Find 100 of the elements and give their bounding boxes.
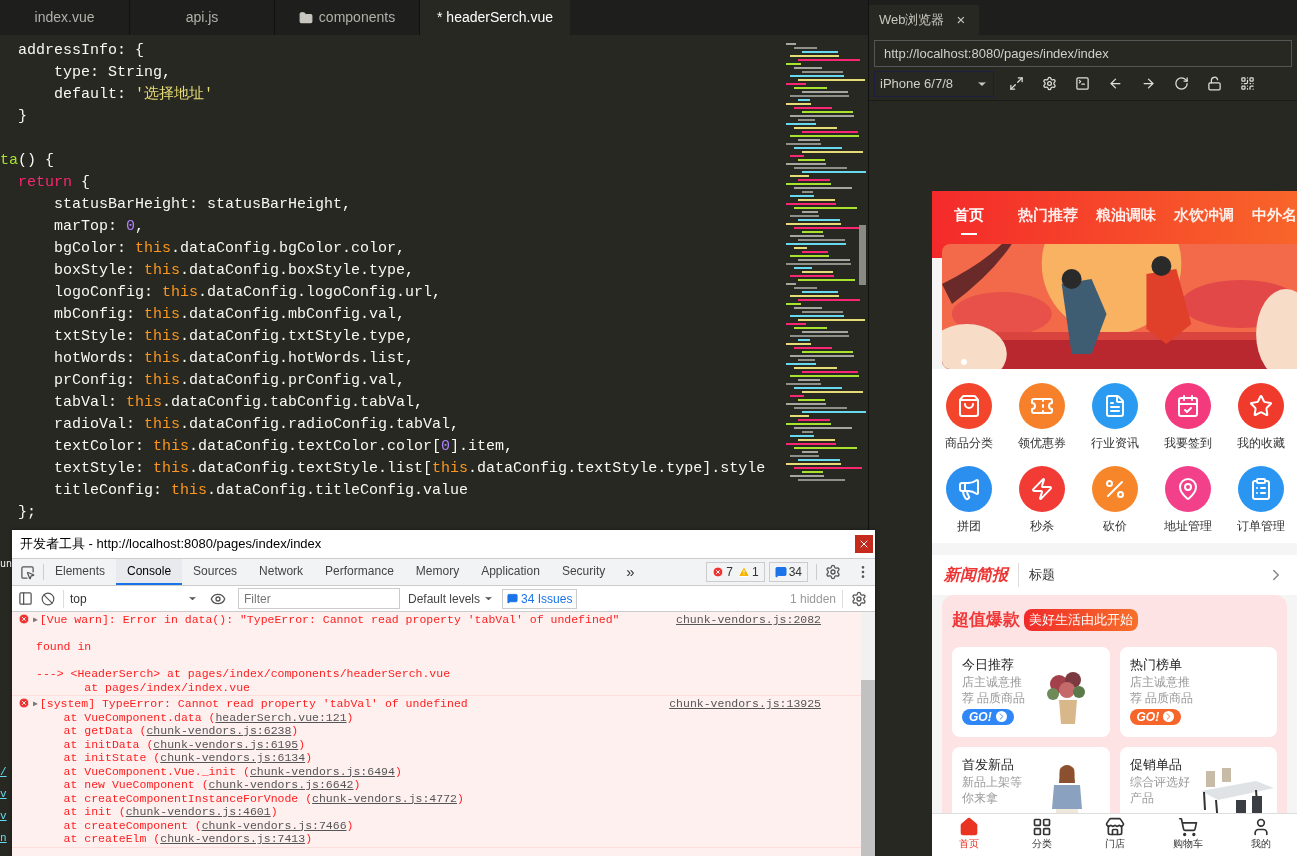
code-token: ta bbox=[0, 151, 18, 171]
url-field[interactable]: http://localhost:8080/pages/index/index bbox=[874, 40, 1292, 67]
close-button[interactable] bbox=[855, 535, 873, 553]
tabbar-item[interactable]: 分类 bbox=[1005, 814, 1078, 856]
stack-link[interactable]: chunk-vendors.js:6134 bbox=[160, 751, 306, 765]
browser-tab[interactable]: Web浏览器 × bbox=[869, 5, 979, 35]
editor-tab[interactable]: api.js bbox=[130, 0, 275, 35]
qr-code-icon[interactable] bbox=[1240, 76, 1255, 91]
scrollbar[interactable] bbox=[861, 680, 875, 856]
news-headline[interactable]: 标题 bbox=[1029, 565, 1267, 585]
source-link[interactable]: chunk-vendors.js:13925 bbox=[669, 697, 821, 711]
back-icon[interactable] bbox=[1108, 76, 1123, 91]
forward-icon[interactable] bbox=[1141, 76, 1156, 91]
inspect-icon[interactable] bbox=[20, 564, 35, 580]
lightning-icon[interactable] bbox=[1018, 466, 1065, 512]
refresh-icon[interactable] bbox=[1174, 76, 1189, 91]
map-pin-icon[interactable] bbox=[1164, 466, 1211, 512]
calendar-icon[interactable] bbox=[1164, 383, 1211, 429]
bag-icon[interactable] bbox=[945, 383, 992, 429]
code-link-fragment: n bbox=[0, 831, 7, 845]
scrollbar[interactable] bbox=[859, 225, 866, 285]
issues-button[interactable]: 34 Issues bbox=[502, 588, 578, 609]
code-token: tabVal: bbox=[53, 393, 119, 413]
product-card[interactable]: 促销单品 综合评选好产品 bbox=[1119, 746, 1277, 813]
editor-tab[interactable]: * headerSerch.vue bbox=[420, 0, 570, 35]
tabbar-item[interactable]: 购物车 bbox=[1151, 814, 1224, 856]
count-text: 7 bbox=[726, 564, 733, 581]
settings-icon[interactable] bbox=[851, 590, 867, 607]
levels-dropdown[interactable]: Default levels bbox=[408, 589, 495, 608]
go-button[interactable]: GO! bbox=[962, 708, 1014, 725]
context-select[interactable]: top bbox=[63, 589, 198, 608]
category-tab[interactable]: 首页 bbox=[954, 204, 984, 235]
devtools-tab[interactable]: Performance bbox=[314, 559, 405, 585]
devtools-tab[interactable]: Memory bbox=[404, 559, 471, 585]
ticket-icon[interactable] bbox=[1018, 383, 1065, 429]
stack-text: at initData ( bbox=[62, 737, 154, 751]
shortcut-label[interactable]: 我的收藏 bbox=[1236, 434, 1285, 452]
card-title: 促销单品 bbox=[1129, 755, 1183, 774]
editor-tab[interactable]: index.vue bbox=[0, 0, 130, 35]
stack-text: ) bbox=[346, 710, 354, 724]
terminal-icon[interactable] bbox=[1075, 76, 1090, 91]
chevron-right-icon bbox=[1163, 711, 1175, 722]
stack-link[interactable]: chunk-vendors.js:7466 bbox=[201, 818, 347, 832]
tabbar-item[interactable]: 首页 bbox=[932, 814, 1005, 856]
clear-icon[interactable] bbox=[41, 591, 55, 606]
megaphone-icon[interactable] bbox=[945, 466, 992, 512]
devtools-tab[interactable]: Security bbox=[550, 559, 617, 585]
stack-link[interactable]: chunk-vendors.js:4772 bbox=[312, 791, 457, 805]
error-icon bbox=[712, 566, 725, 578]
list-icon[interactable] bbox=[1237, 466, 1284, 512]
stack-link[interactable]: headerSerch.vue:121 bbox=[215, 710, 347, 724]
sidebar-icon[interactable] bbox=[18, 591, 33, 606]
devtools-tab[interactable]: Application bbox=[470, 559, 551, 585]
settings-icon[interactable] bbox=[825, 564, 841, 580]
issues-badge[interactable]: 34 bbox=[768, 562, 808, 582]
shortcut-label[interactable]: 拼团 bbox=[956, 517, 981, 535]
expand-icon[interactable] bbox=[1009, 76, 1024, 91]
shortcut-label[interactable]: 行业资讯 bbox=[1090, 434, 1139, 452]
stack-text: ) bbox=[457, 791, 464, 805]
close-tab-button[interactable]: × bbox=[956, 8, 966, 32]
product-card[interactable]: 今日推荐 店主诚意推荐 品质商品 GO! bbox=[952, 646, 1110, 737]
devtools-tab[interactable]: Elements bbox=[44, 559, 117, 585]
product-card[interactable]: 热门榜单 店主诚意推荐 品质商品 GO! bbox=[1119, 646, 1277, 737]
shortcut-label[interactable]: 秒杀 bbox=[1029, 517, 1054, 535]
shortcut-label[interactable]: 订单管理 bbox=[1236, 517, 1285, 535]
code-token: txtStyle: bbox=[53, 327, 137, 347]
filter-field[interactable]: Filter bbox=[238, 588, 400, 609]
stack-link[interactable]: chunk-vendors.js:6494 bbox=[249, 764, 395, 778]
code-token: .dataConfig.textStyle.list[ bbox=[189, 459, 433, 479]
code-token: .dataConfig.textColor.color[ bbox=[189, 437, 442, 457]
stack-text: at pages/index/index.vue bbox=[83, 680, 250, 694]
shortcut-label[interactable]: 领优惠券 bbox=[1017, 434, 1066, 452]
shortcut-label[interactable]: 砍价 bbox=[1102, 517, 1127, 535]
document-icon[interactable] bbox=[1091, 383, 1138, 429]
device-select[interactable]: iPhone 6/7/8 bbox=[874, 70, 994, 97]
shortcut-label[interactable]: 地址管理 bbox=[1163, 517, 1212, 535]
source-link[interactable]: chunk-vendors.js:2082 bbox=[676, 613, 821, 627]
product-card[interactable]: 首发新品 新品上架等你来拿 bbox=[952, 746, 1110, 813]
tabbar-item[interactable]: 门店 bbox=[1078, 814, 1151, 856]
lock-icon[interactable] bbox=[1207, 76, 1222, 91]
devtools-tab[interactable]: Sources bbox=[182, 559, 249, 585]
stack-link[interactable]: chunk-vendors.js:6642 bbox=[208, 778, 354, 792]
stack-link[interactable]: chunk-vendors.js:6195 bbox=[153, 737, 299, 751]
expand-toggle[interactable]: ▶ bbox=[33, 697, 38, 711]
devtools-tab[interactable]: Network bbox=[248, 559, 315, 585]
promo-title: 超值爆款 bbox=[952, 609, 1020, 631]
more-tabs-button[interactable]: » bbox=[616, 559, 645, 585]
tabbar-item[interactable]: 我的 bbox=[1224, 814, 1297, 856]
stack-link[interactable]: chunk-vendors.js:6238 bbox=[146, 724, 292, 738]
stack-link[interactable]: chunk-vendors.js:4601 bbox=[125, 805, 271, 819]
devtools-tab[interactable]: Console bbox=[116, 559, 183, 585]
stack-link[interactable]: chunk-vendors.js:7413 bbox=[160, 832, 306, 846]
shortcut-label[interactable]: 商品分类 bbox=[944, 434, 993, 452]
shortcut-label[interactable]: 我要签到 bbox=[1163, 434, 1212, 452]
expand-toggle[interactable]: ▶ bbox=[33, 613, 38, 627]
home-icon bbox=[958, 817, 979, 837]
count-text: 1 bbox=[751, 564, 759, 581]
code-token: this bbox=[153, 459, 190, 479]
problems-badge[interactable]: 7 1 bbox=[706, 562, 765, 582]
stack-text: ) bbox=[305, 832, 313, 846]
